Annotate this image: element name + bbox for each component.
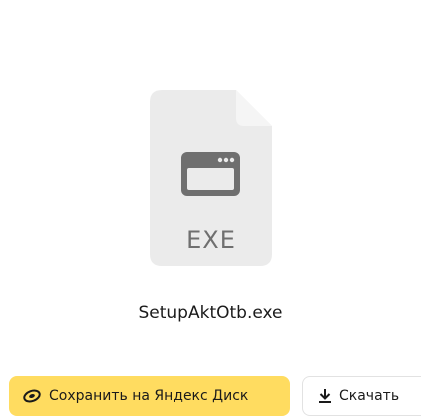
disk-save-icon	[23, 389, 41, 403]
window-icon	[181, 152, 240, 196]
download-icon	[319, 389, 331, 403]
file-preview-page: EXE SetupAktOtb.exe Сохранить на Яндекс …	[0, 0, 421, 416]
save-button-label: Сохранить на Яндекс Диск	[49, 388, 249, 404]
save-to-disk-button[interactable]: Сохранить на Яндекс Диск	[9, 376, 290, 416]
file-name: SetupAktOtb.exe	[138, 303, 283, 323]
download-button-label: Скачать	[339, 388, 400, 404]
download-button[interactable]: Скачать	[302, 376, 421, 416]
file-extension-label: EXE	[186, 226, 236, 254]
